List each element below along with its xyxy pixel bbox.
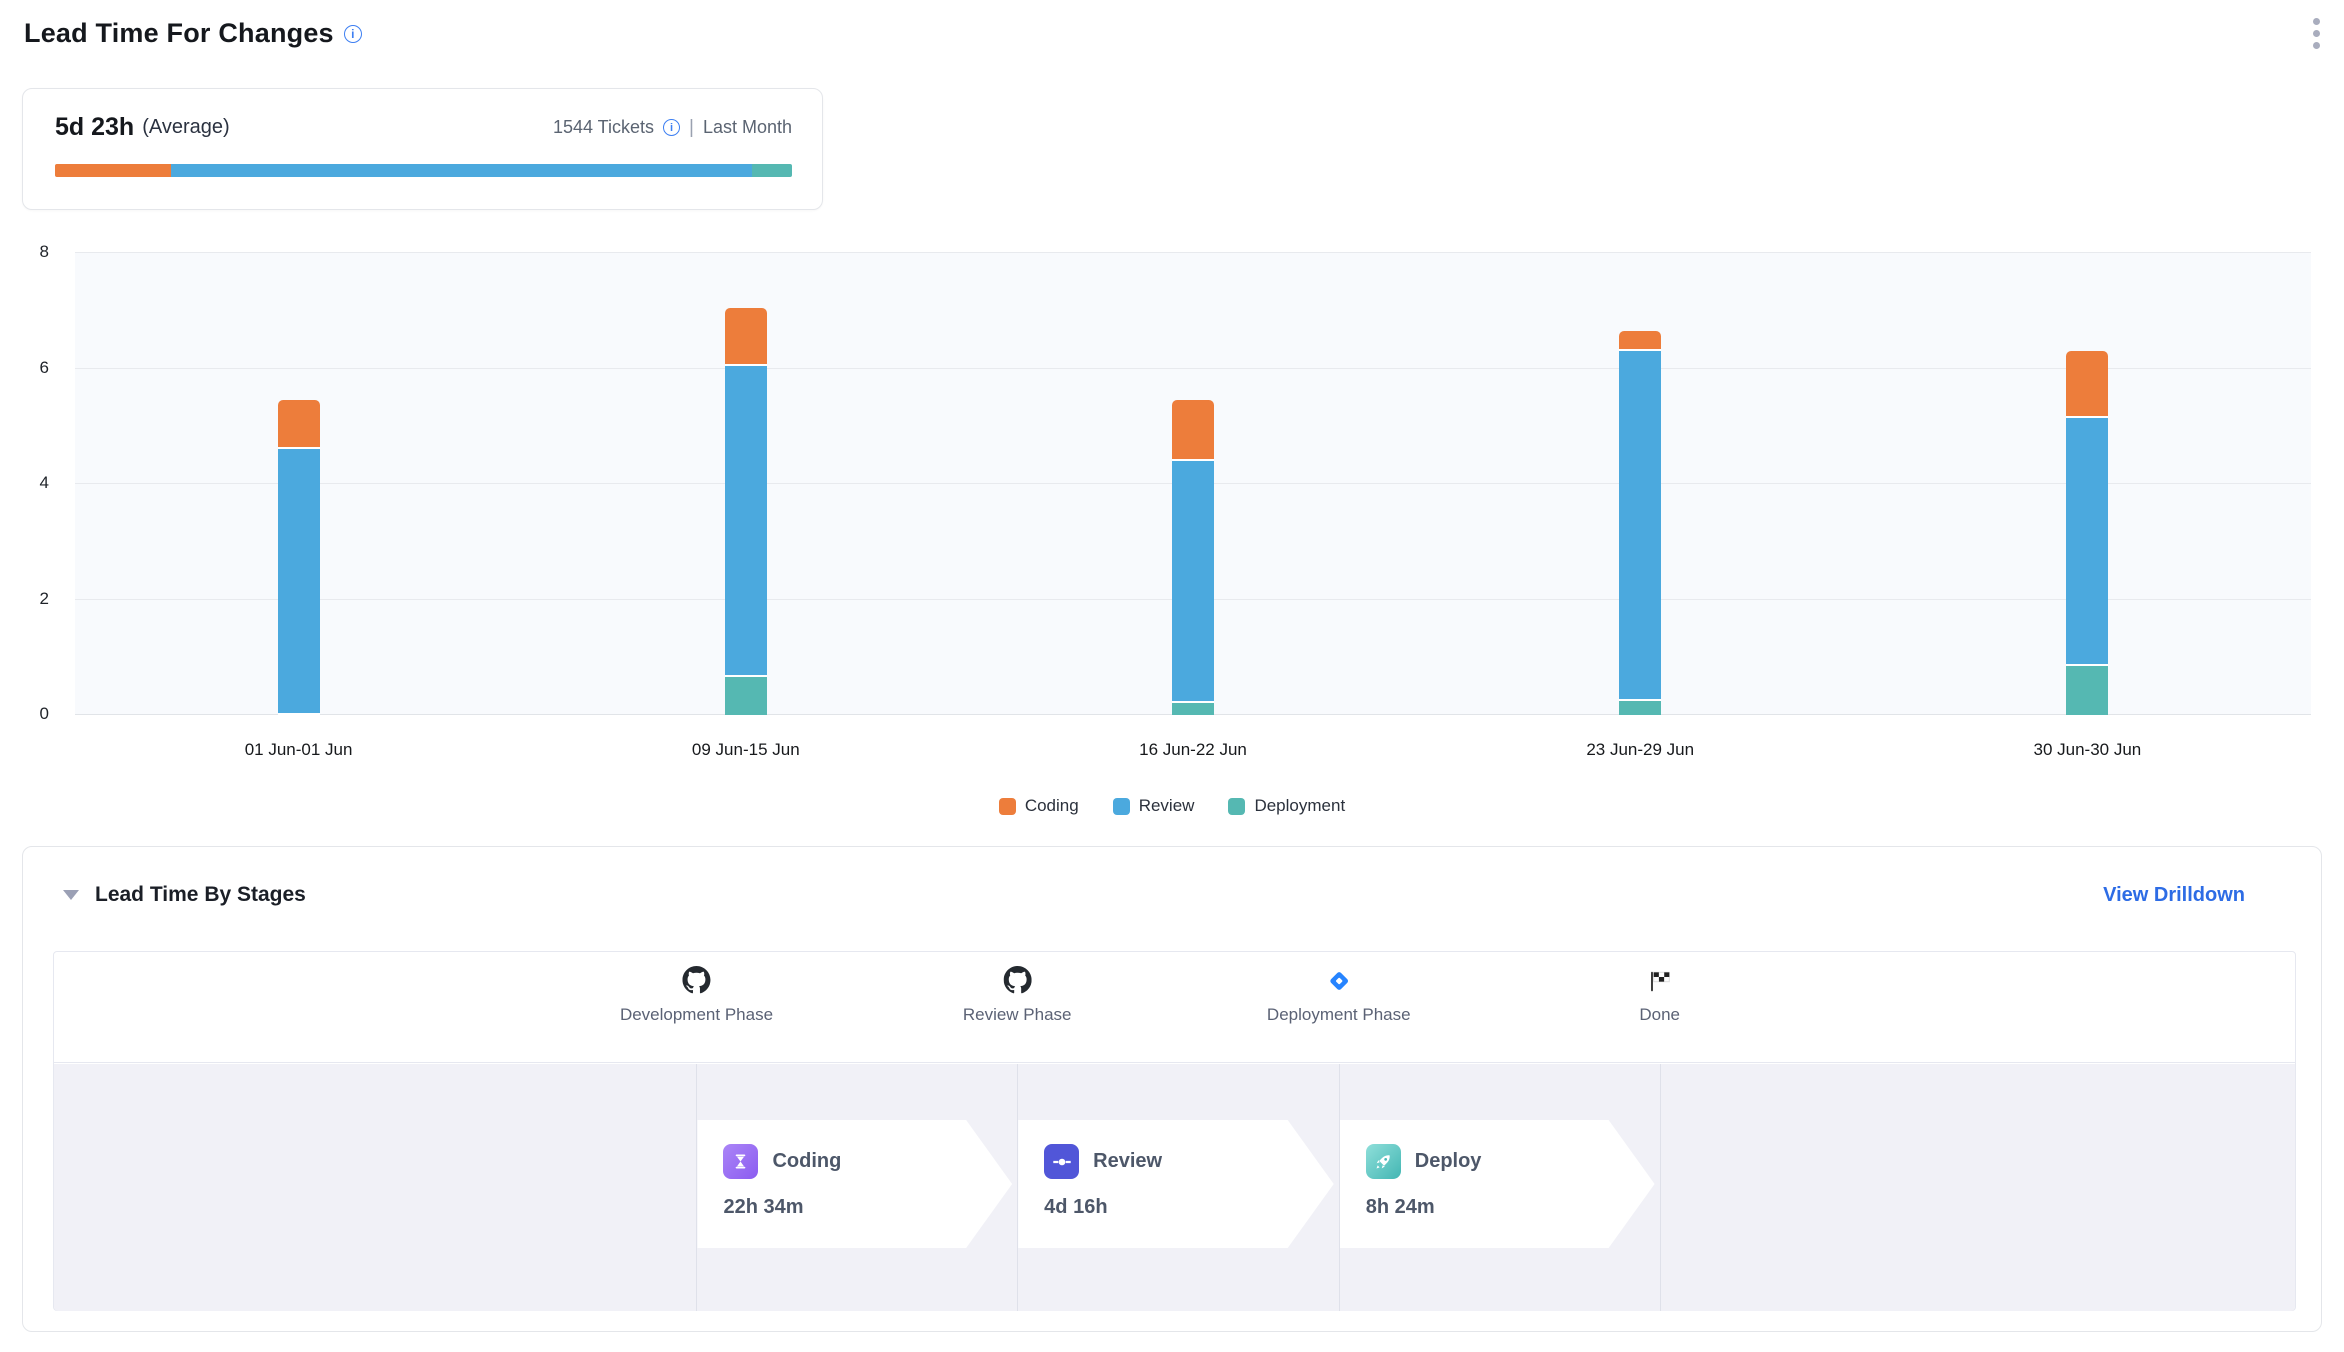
phase-label: Development Phase [620, 1005, 773, 1025]
period-label: Last Month [703, 117, 792, 138]
jira-icon [1326, 966, 1352, 994]
widget-header: Lead Time For Changes i [24, 18, 2320, 49]
bar-segment-deployment[interactable] [725, 677, 767, 715]
bar-23 Jun-29 Jun [1619, 331, 1661, 715]
y-tick-label: 6 [40, 358, 49, 378]
stage-card-label: Coding [772, 1150, 841, 1173]
lead-time-by-stages-panel: Lead Time By Stages View Drilldown Devel… [22, 846, 2322, 1332]
phase-deployment-phase: Deployment Phase [1267, 966, 1411, 1025]
stages-table: Development Phase Review Phase Deployment … [53, 951, 2296, 1311]
bar-segment-deployment[interactable] [2066, 666, 2108, 715]
x-tick-label: 09 Jun-15 Jun [692, 740, 800, 760]
bar-segment-coding[interactable] [1619, 331, 1661, 351]
kebab-menu-icon[interactable] [2305, 10, 2328, 57]
bar-segment-coding[interactable] [1172, 400, 1214, 461]
x-tick-label: 16 Jun-22 Jun [1139, 740, 1247, 760]
x-tick-label: 30 Jun-30 Jun [2034, 740, 2142, 760]
stage-card-duration: 22h 34m [723, 1196, 1012, 1219]
gridline-y8: 8 [75, 252, 2311, 253]
lead-time-chart: 02468 [75, 253, 2311, 715]
stages-phase-header: Development Phase Review Phase Deployment … [54, 952, 2295, 1063]
chart-x-axis-labels: 01 Jun-01 Jun 09 Jun-15 Jun 16 Jun-22 Jun 2… [75, 740, 2311, 764]
x-tick-label: 23 Jun-29 Jun [1586, 740, 1694, 760]
phase-divider [1339, 1064, 1340, 1311]
lead-time-widget: Lead Time For Changes i 5d 23h (Average)… [0, 0, 2344, 1352]
bar-30 Jun-30 Jun [2066, 351, 2108, 715]
commit-icon [1044, 1144, 1079, 1179]
legend-swatch [1113, 798, 1130, 815]
stage-card-review[interactable]: Review 4d 16h [1018, 1120, 1334, 1248]
bar-segment-review[interactable] [1172, 461, 1214, 704]
y-tick-label: 8 [40, 242, 49, 262]
bar-segment-deployment[interactable] [1172, 703, 1214, 715]
tickets-info-icon[interactable]: i [663, 119, 680, 136]
bar-segment-deployment[interactable] [1619, 701, 1661, 715]
legend-label: Review [1139, 796, 1195, 816]
summary-card: 5d 23h (Average) 1544 Tickets i | Last M… [22, 88, 823, 210]
bar-segment-coding[interactable] [278, 400, 320, 449]
legend-swatch [999, 798, 1016, 815]
stage-card-coding[interactable]: Coding 22h 34m [697, 1120, 1012, 1248]
y-tick-label: 0 [40, 704, 49, 724]
bar-01 Jun-01 Jun [278, 400, 320, 715]
x-tick-label: 01 Jun-01 Jun [245, 740, 353, 760]
summary-bar-segment-review [171, 164, 752, 177]
chart-legend: Coding Review Deployment [0, 796, 2344, 816]
view-drilldown-link[interactable]: View Drilldown [2103, 884, 2245, 907]
summary-bar-segment-coding [55, 164, 171, 177]
phase-divider [696, 1064, 697, 1311]
bar-segment-review[interactable] [278, 449, 320, 715]
stage-card-deploy[interactable]: Deploy 8h 24m [1340, 1120, 1655, 1248]
stage-card-label: Deploy [1415, 1150, 1482, 1173]
stage-card-label: Review [1093, 1150, 1162, 1173]
bar-segment-coding[interactable] [2066, 351, 2108, 417]
github-icon [682, 966, 710, 994]
meta-separator: | [689, 117, 694, 139]
y-tick-label: 4 [40, 473, 49, 493]
bar-segment-review[interactable] [2066, 418, 2108, 666]
stage-card-duration: 4d 16h [1044, 1196, 1334, 1219]
average-lead-time-value: 5d 23h [55, 113, 134, 142]
phase-label: Done [1639, 1005, 1680, 1025]
bar-segment-coding[interactable] [725, 308, 767, 366]
collapse-chevron-icon[interactable] [63, 890, 79, 900]
github-icon [1003, 966, 1031, 994]
stages-section-title: Lead Time By Stages [95, 883, 306, 907]
stages-flow-body: Coding 22h 34m Review 4d 16h Deploy 8h 24m [54, 1064, 2295, 1311]
phase-development-phase: Development Phase [620, 966, 773, 1025]
summary-distribution-bar [55, 164, 792, 177]
gridline-y6: 6 [75, 368, 2311, 369]
legend-swatch [1228, 798, 1245, 815]
legend-item-review[interactable]: Review [1113, 796, 1195, 816]
legend-label: Coding [1025, 796, 1079, 816]
phase-divider [1660, 1064, 1661, 1311]
phase-done: Done [1639, 966, 1680, 1025]
phase-review-phase: Review Phase [963, 966, 1072, 1025]
bar-16 Jun-22 Jun [1172, 400, 1214, 715]
page-title: Lead Time For Changes [24, 18, 334, 49]
stage-card-duration: 8h 24m [1366, 1196, 1655, 1219]
legend-label: Deployment [1254, 796, 1345, 816]
hourglass-icon [723, 1144, 758, 1179]
phase-divider [1017, 1064, 1018, 1311]
bar-segment-review[interactable] [1619, 351, 1661, 700]
tickets-count: 1544 Tickets [553, 117, 654, 138]
phase-label: Review Phase [963, 1005, 1072, 1025]
legend-item-coding[interactable]: Coding [999, 796, 1079, 816]
bar-segment-review[interactable] [725, 366, 767, 678]
title-info-icon[interactable]: i [344, 25, 362, 43]
summary-bar-segment-deployment [752, 164, 792, 177]
checkered-flag-icon [1647, 966, 1673, 994]
average-label: (Average) [142, 116, 229, 139]
legend-item-deployment[interactable]: Deployment [1228, 796, 1345, 816]
y-tick-label: 2 [40, 589, 49, 609]
rocket-icon [1366, 1144, 1401, 1179]
phase-label: Deployment Phase [1267, 1005, 1411, 1025]
bar-09 Jun-15 Jun [725, 308, 767, 715]
